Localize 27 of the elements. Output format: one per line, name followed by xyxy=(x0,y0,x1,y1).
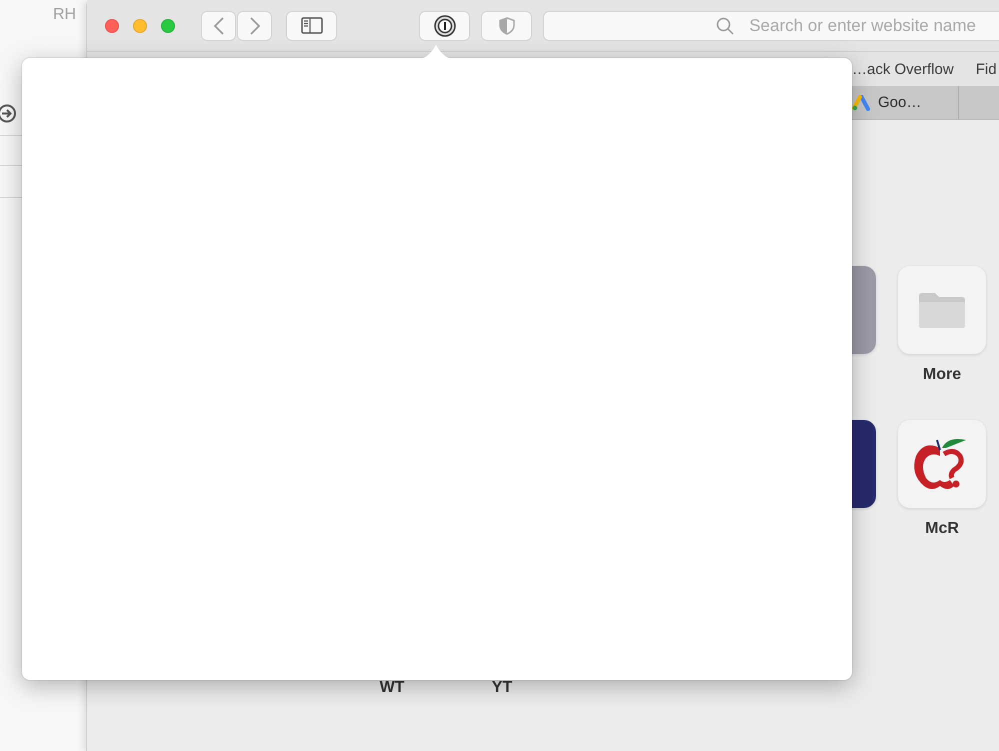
shield-button[interactable] xyxy=(481,10,532,40)
chevron-right-icon xyxy=(248,16,260,34)
search-icon xyxy=(716,16,734,34)
sidebar-icon xyxy=(300,17,322,34)
tile-label: McR xyxy=(925,520,959,538)
keyhole-icon xyxy=(434,14,456,36)
forward-button[interactable] xyxy=(237,10,272,40)
sidebar-button[interactable] xyxy=(286,10,337,40)
triangle-logo-icon xyxy=(852,94,870,110)
password-manager-button[interactable] xyxy=(419,10,470,40)
search-field[interactable]: Search or enter website name xyxy=(543,10,999,40)
shield-icon xyxy=(498,16,514,34)
close-button[interactable] xyxy=(105,18,119,32)
tile-label: More xyxy=(922,366,962,384)
tile-label: WT xyxy=(380,679,404,697)
apple-logo-tile[interactable] xyxy=(898,420,986,508)
chevron-left-icon xyxy=(212,16,224,34)
minimize-button[interactable] xyxy=(133,18,147,32)
window-title: RH xyxy=(53,6,76,24)
folder-icon xyxy=(917,290,967,330)
bookmark-link[interactable]: Fid xyxy=(976,60,997,78)
zoom-button[interactable] xyxy=(161,18,175,32)
popover-pointer xyxy=(418,44,454,59)
back-button[interactable] xyxy=(201,10,236,40)
folder-tile[interactable] xyxy=(898,266,986,354)
tile-label: YT xyxy=(492,679,512,697)
bookmark-link[interactable]: …ack Overflow xyxy=(852,60,954,78)
